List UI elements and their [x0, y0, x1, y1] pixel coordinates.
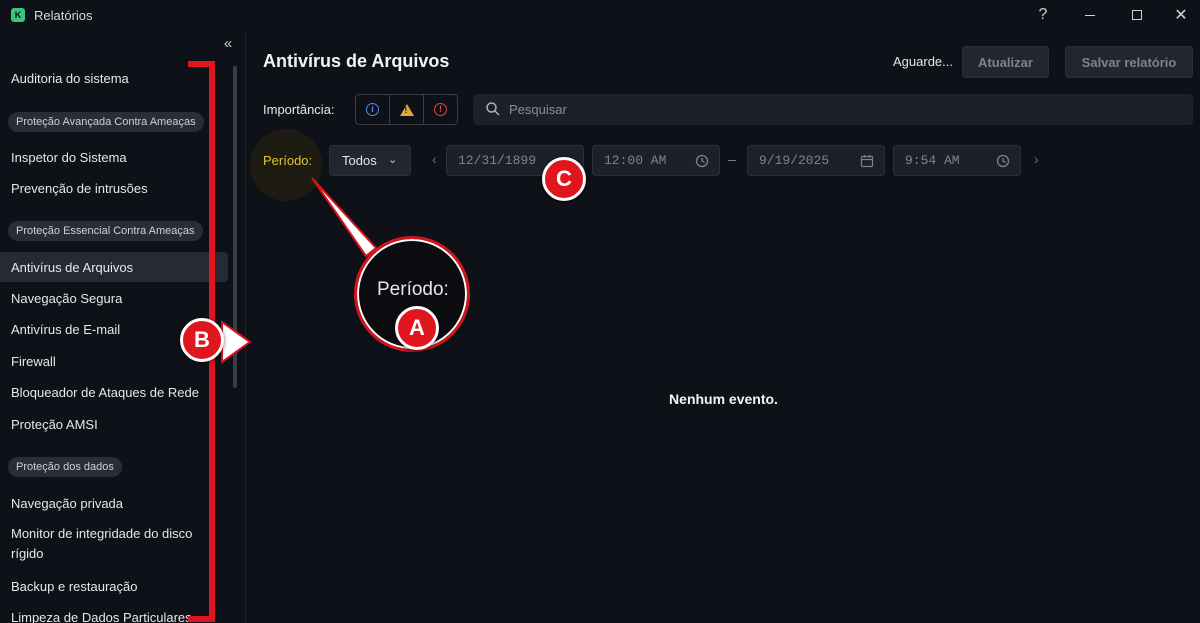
importance-critical-toggle[interactable]: ! [424, 95, 457, 124]
sidebar-group-advanced-protection: Proteção Avançada Contra Ameaças [8, 112, 204, 132]
sidebar-item-system-audit[interactable]: Auditoria do sistema [0, 63, 228, 93]
period-select-value: Todos [342, 153, 377, 168]
sidebar-group-essential-protection: Proteção Essencial Contra Ameaças [8, 221, 203, 241]
collapse-sidebar-button[interactable]: « [218, 34, 238, 54]
window-title: Relatórios [34, 8, 93, 23]
sidebar-item-amsi-protection[interactable]: Proteção AMSI [0, 409, 228, 439]
minimize-button[interactable] [1067, 0, 1113, 30]
sidebar-item-safe-browsing[interactable]: Navegação Segura [0, 283, 228, 313]
info-icon: i [366, 103, 379, 116]
start-time-field[interactable]: 12:00 AM [592, 145, 720, 176]
refresh-button[interactable]: Atualizar [962, 46, 1049, 78]
start-time-value: 12:00 AM [604, 153, 667, 168]
importance-label: Importância: [263, 102, 335, 117]
clock-icon [695, 154, 709, 168]
calendar-icon [860, 155, 874, 168]
sidebar-scrollbar[interactable] [233, 66, 237, 388]
period-select[interactable]: Todos ⌄ [329, 145, 411, 176]
sidebar-item-file-antivirus[interactable]: Antivírus de Arquivos [0, 252, 228, 282]
sidebar-item-backup-restore[interactable]: Backup e restauração [0, 571, 228, 601]
sidebar-item-firewall[interactable]: Firewall [0, 346, 228, 376]
end-time-value: 9:54 AM [905, 153, 960, 168]
start-date-value: 12/31/1899 [458, 153, 537, 168]
page-title: Antivírus de Arquivos [263, 51, 450, 71]
sidebar-item-private-data-cleanup[interactable]: Limpeza de Dados Particulares [0, 602, 228, 623]
sidebar-item-system-inspector[interactable]: Inspetor do Sistema [0, 142, 228, 172]
importance-filter: i ! ! [355, 94, 458, 125]
end-time-field[interactable]: 9:54 AM [893, 145, 1021, 176]
search-input[interactable] [509, 94, 1179, 125]
minimize-icon [1085, 14, 1095, 16]
maximize-icon [1132, 10, 1142, 20]
next-period-button[interactable]: › [1034, 151, 1039, 167]
warning-icon: ! [399, 103, 414, 116]
importance-warning-toggle[interactable]: ! [390, 95, 424, 124]
chevron-down-icon: ⌄ [388, 154, 398, 166]
sidebar-item-private-browsing[interactable]: Navegação privada [0, 488, 228, 518]
sidebar: « Auditoria do sistema Proteção Avançada… [0, 30, 246, 623]
sidebar-item-mail-antivirus[interactable]: Antivírus de E-mail [0, 314, 228, 344]
help-button[interactable]: ? [1020, 0, 1066, 30]
status-text: Aguarde... [893, 54, 953, 69]
save-report-button[interactable]: Salvar relatório [1065, 46, 1193, 78]
critical-icon: ! [434, 103, 447, 116]
search-icon [486, 102, 500, 116]
start-date-field[interactable]: 12/31/1899 [446, 145, 584, 176]
kaspersky-logo-icon: K [11, 8, 25, 22]
end-date-field[interactable]: 9/19/2025 [747, 145, 885, 176]
importance-info-toggle[interactable]: i [356, 95, 390, 124]
maximize-button[interactable] [1114, 0, 1160, 30]
end-date-value: 9/19/2025 [759, 153, 830, 168]
sidebar-item-disk-health-monitor[interactable]: Monitor de integridade do disco rígido [0, 524, 228, 564]
empty-state-message: Nenhum evento. [669, 391, 778, 407]
main-panel: Antivírus de Arquivos Aguarde... Atualiz… [247, 30, 1200, 623]
close-button[interactable]: ✕ [1158, 0, 1200, 30]
clock-icon [996, 154, 1010, 168]
range-dash: – [728, 151, 736, 167]
period-label: Período: [263, 153, 313, 168]
title-bar: K Relatórios ? ✕ [0, 0, 1200, 30]
sidebar-item-network-attack-blocker[interactable]: Bloqueador de Ataques de Rede [0, 377, 228, 407]
search-box [473, 94, 1193, 125]
sidebar-group-data-protection: Proteção dos dados [8, 457, 122, 477]
sidebar-item-intrusion-prevention[interactable]: Prevenção de intrusões [0, 173, 228, 203]
previous-period-button[interactable]: ‹ [432, 151, 437, 167]
